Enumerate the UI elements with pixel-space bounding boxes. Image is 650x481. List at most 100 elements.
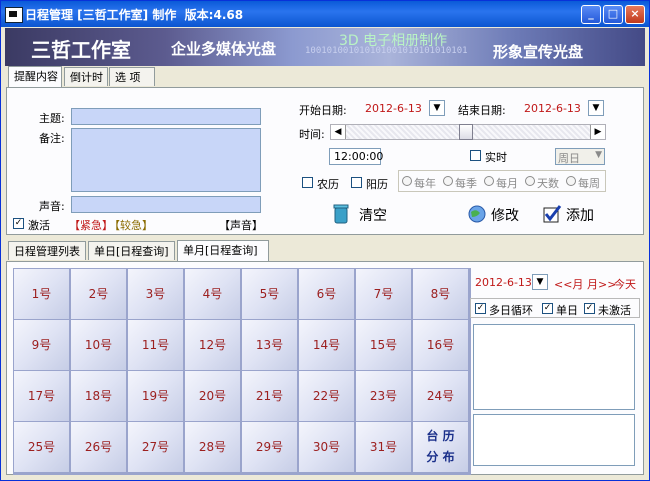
calendar-day-cell[interactable]: 9号 — [14, 320, 69, 370]
note-textarea[interactable] — [71, 128, 261, 192]
sound-tag[interactable]: 【声音】 — [219, 217, 263, 233]
tab-countdown[interactable]: 倒计时 — [64, 67, 108, 86]
calendar-detail-box[interactable] — [473, 414, 635, 466]
month-calendar-grid: 1号 2号 3号 4号 5号 6号 7号 8号 9号 10号 11号 12号 13号 14号 15号 16号 1… — [13, 268, 471, 475]
banner-binary: 100101001010101001010101010101 — [305, 46, 468, 56]
urgent-tag[interactable]: 【紧急】 — [69, 217, 113, 233]
banner-slogan1: 企业多媒体光盘 — [171, 40, 277, 58]
end-date-dropdown[interactable]: ▼ — [588, 100, 604, 116]
calendar-day-cell[interactable]: 11号 — [128, 320, 183, 370]
period-select[interactable]: 周日 ▼ — [555, 148, 605, 165]
prev-month-link[interactable]: <<月 — [554, 276, 583, 292]
multi-day-checkbox[interactable]: ✓ — [475, 303, 486, 314]
calendar-day-cell[interactable]: 27号 — [128, 422, 183, 472]
activate-label: 激活 — [28, 219, 50, 232]
checkmark-icon — [543, 205, 562, 223]
start-date-dropdown[interactable]: ▼ — [429, 100, 445, 116]
activate-checkbox[interactable]: ✓ — [13, 218, 24, 229]
calendar-extra-line: 分 布 — [426, 450, 455, 464]
tab-reminder-content[interactable]: 提醒内容 — [8, 66, 62, 87]
calendar-day-cell[interactable]: 10号 — [71, 320, 126, 370]
single-day-checkbox[interactable]: ✓ — [542, 303, 553, 314]
calendar-day-cell[interactable]: 7号 — [356, 269, 411, 319]
calendar-day-cell[interactable]: 15号 — [356, 320, 411, 370]
freq-year-label: 每年 — [414, 177, 436, 190]
window-title: 日程管理 [三哲工作室] 制作 版本:4.68 — [25, 8, 244, 22]
calendar-day-cell[interactable]: 2号 — [71, 269, 126, 319]
calendar-day-cell[interactable]: 8号 — [413, 269, 468, 319]
tab-schedule-list[interactable]: 日程管理列表 — [8, 241, 86, 260]
calendar-day-cell[interactable]: 26号 — [71, 422, 126, 472]
calendar-day-cell[interactable]: 12号 — [185, 320, 240, 370]
solar-label: 阳历 — [366, 178, 388, 191]
realtime-label: 实时 — [485, 151, 507, 164]
single-day-label: 单日 — [556, 304, 578, 317]
title-bar[interactable]: 日程管理 [三哲工作室] 制作 版本:4.68 _ □ × — [1, 1, 649, 27]
app-icon — [5, 7, 23, 23]
month-panel: 1号 2号 3号 4号 5号 6号 7号 8号 9号 10号 11号 12号 13号 14号 15号 16号 1… — [6, 261, 644, 475]
end-date-value: 2012-6-13 — [524, 102, 581, 115]
slider-thumb[interactable] — [459, 124, 473, 140]
calendar-day-cell[interactable]: 23号 — [356, 371, 411, 421]
calendar-day-cell[interactable]: 28号 — [185, 422, 240, 472]
calendar-day-cell[interactable]: 4号 — [185, 269, 240, 319]
calendar-day-cell[interactable]: 3号 — [128, 269, 183, 319]
today-link[interactable]: 今天 — [614, 276, 636, 292]
maximize-button[interactable]: □ — [603, 5, 623, 24]
calendar-day-cell[interactable]: 20号 — [185, 371, 240, 421]
calendar-day-cell[interactable]: 19号 — [128, 371, 183, 421]
calendar-day-cell[interactable]: 18号 — [71, 371, 126, 421]
calendar-day-cell[interactable]: 1号 — [14, 269, 69, 319]
close-button[interactable]: × — [625, 5, 645, 24]
time-label: 时间: — [299, 128, 325, 141]
calendar-day-cell[interactable]: 16号 — [413, 320, 468, 370]
next-month-link[interactable]: 月>> — [587, 276, 616, 292]
calendar-day-cell[interactable]: 30号 — [299, 422, 354, 472]
trash-icon — [333, 204, 349, 224]
freq-season-radio[interactable] — [443, 176, 453, 186]
lunar-checkbox[interactable] — [302, 177, 313, 188]
slider-left-arrow-icon[interactable]: ◀ — [331, 125, 346, 139]
subject-input[interactable] — [71, 108, 261, 125]
calendar-day-cell[interactable]: 14号 — [299, 320, 354, 370]
calendar-extra-line: 台 历 — [426, 429, 455, 443]
calendar-day-cell[interactable]: 24号 — [413, 371, 468, 421]
calendar-options: ✓ 多日循环 ✓ 单日 ✓ 未激活 — [470, 298, 640, 318]
end-date-label: 结束日期: — [458, 104, 506, 117]
freq-year-radio[interactable] — [402, 176, 412, 186]
calendar-day-cell[interactable]: 31号 — [356, 422, 411, 472]
freq-month-radio[interactable] — [484, 176, 494, 186]
sound-input[interactable] — [71, 196, 261, 213]
calendar-day-cell[interactable]: 6号 — [299, 269, 354, 319]
realtime-checkbox[interactable] — [470, 150, 481, 161]
calendar-event-list[interactable] — [473, 324, 635, 410]
time-value-field[interactable]: 12:00:00 — [329, 148, 383, 165]
tab-options[interactable]: 选 项 — [109, 67, 155, 86]
calendar-distribution-cell[interactable]: 台 历分 布 — [413, 422, 468, 472]
tab-day-query[interactable]: 单日[日程查询] — [88, 241, 175, 260]
calendar-day-cell[interactable]: 21号 — [242, 371, 297, 421]
calendar-day-cell[interactable]: 22号 — [299, 371, 354, 421]
calendar-day-cell[interactable]: 29号 — [242, 422, 297, 472]
calendar-day-cell[interactable]: 5号 — [242, 269, 297, 319]
inactive-checkbox[interactable]: ✓ — [584, 303, 595, 314]
calendar-date-dropdown[interactable]: ▼ — [532, 274, 548, 290]
calendar-day-cell[interactable]: 13号 — [242, 320, 297, 370]
main-window: 日程管理 [三哲工作室] 制作 版本:4.68 _ □ × 三哲工作室 企业多媒… — [0, 0, 650, 481]
solar-checkbox[interactable] — [351, 177, 362, 188]
calendar-day-cell[interactable]: 17号 — [14, 371, 69, 421]
start-date-value: 2012-6-13 — [365, 102, 422, 115]
multi-day-label: 多日循环 — [489, 304, 533, 317]
freq-week-radio[interactable] — [566, 176, 576, 186]
calendar-date-value: 2012-6-13 — [475, 276, 532, 289]
time-slider[interactable]: ◀ ▶ — [330, 124, 606, 140]
banner-slogan3: 形象宣传光盘 — [493, 43, 584, 61]
slider-right-arrow-icon[interactable]: ▶ — [590, 125, 605, 139]
tab-month-query[interactable]: 单月[日程查询] — [177, 240, 269, 261]
less-urgent-tag[interactable]: 【较急】 — [109, 217, 153, 233]
freq-days-label: 天数 — [537, 177, 559, 190]
freq-days-radio[interactable] — [525, 176, 535, 186]
minimize-button[interactable]: _ — [581, 5, 601, 24]
sound-label: 声音: — [39, 200, 65, 213]
calendar-day-cell[interactable]: 25号 — [14, 422, 69, 472]
